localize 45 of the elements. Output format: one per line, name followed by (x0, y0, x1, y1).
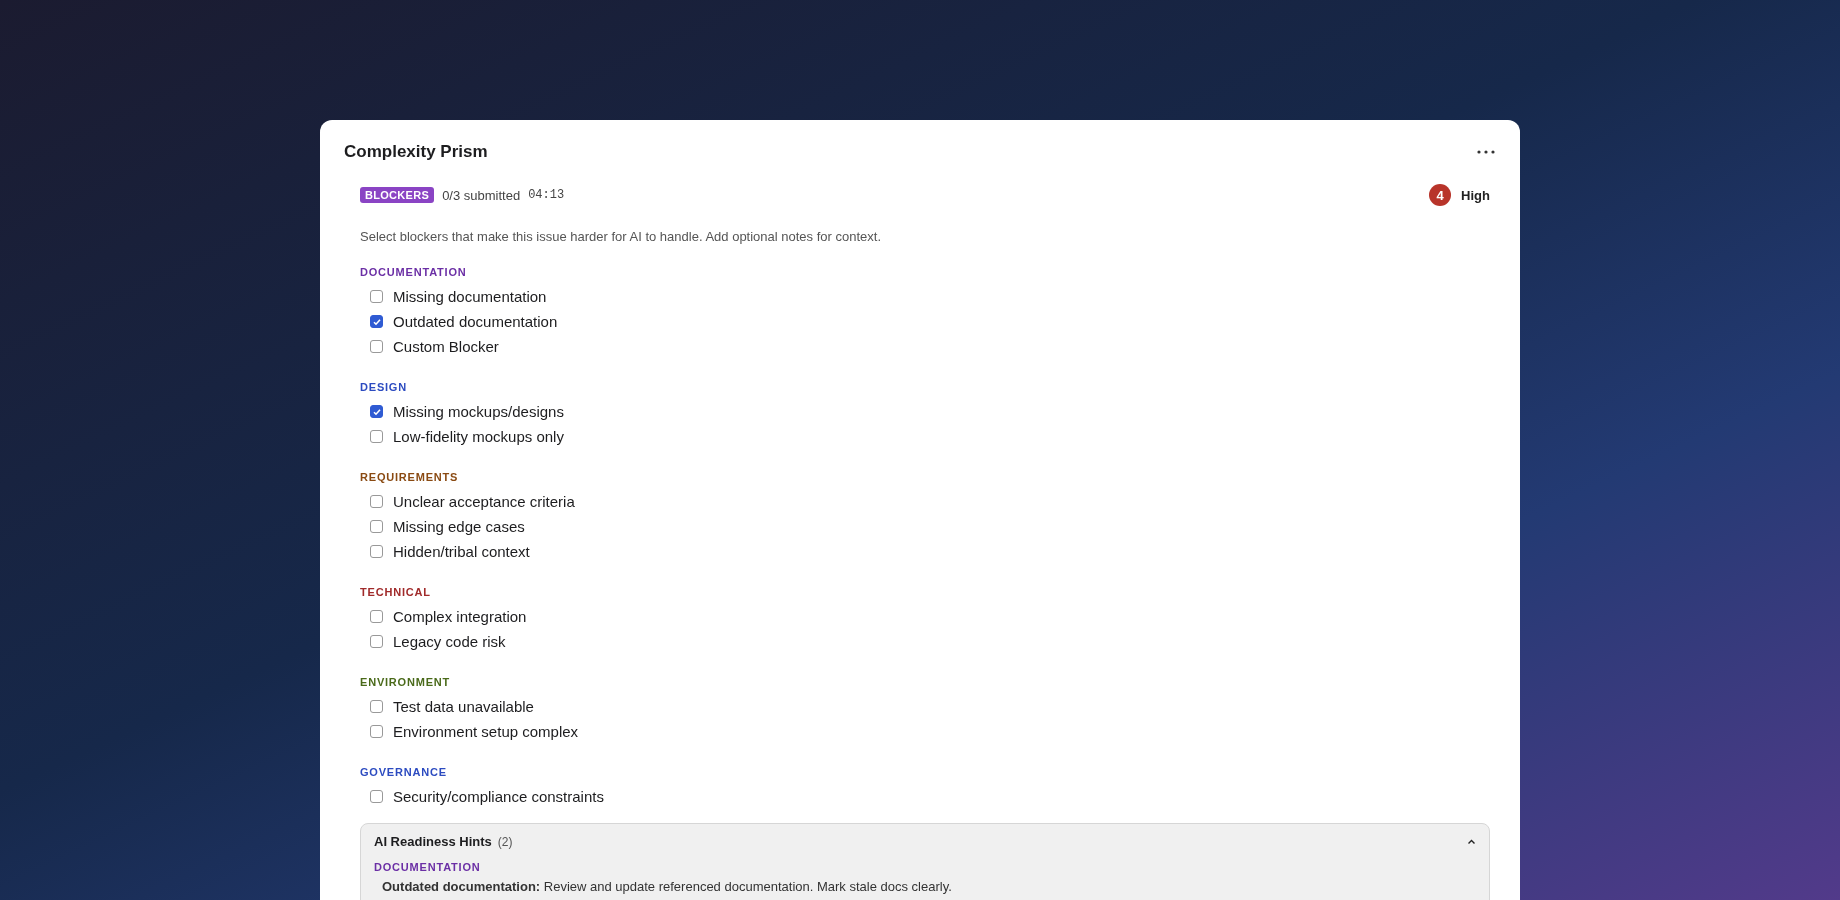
checkbox[interactable] (370, 520, 383, 533)
checkbox-label[interactable]: Low-fidelity mockups only (393, 428, 564, 445)
checkbox-label[interactable]: Legacy code risk (393, 633, 506, 650)
checkbox[interactable] (370, 315, 383, 328)
checkbox[interactable] (370, 700, 383, 713)
caret-icon[interactable] (1467, 838, 1476, 845)
checkbox-label[interactable]: Environment setup complex (393, 723, 579, 740)
hints-count: (2) (497, 834, 513, 849)
checkbox-label[interactable]: Outdated documentation (393, 313, 558, 330)
checkbox[interactable] (370, 545, 383, 558)
description: Select blockers that make this issue harder for AI to handle. Add optional notes for context. (360, 229, 883, 244)
checkbox[interactable] (370, 635, 383, 648)
checkbox-label[interactable]: Security/compliance constraints (393, 788, 604, 805)
checkbox-label[interactable]: Complex integration (393, 608, 527, 625)
section-title: TECHNICAL (360, 586, 432, 598)
hints-title[interactable]: AI Readiness Hints (374, 834, 492, 849)
checkbox[interactable] (370, 725, 383, 738)
hint-section-title: DOCUMENTATION (374, 861, 482, 873)
checkbox[interactable] (370, 290, 383, 303)
checkbox[interactable] (370, 610, 383, 623)
checkbox-label[interactable]: Missing documentation (393, 288, 547, 305)
checkbox[interactable] (370, 790, 383, 803)
checkbox-label[interactable]: Unclear acceptance criteria (393, 493, 575, 510)
section-title: REQUIREMENTS (360, 471, 460, 483)
section-title: ENVIRONMENT (360, 676, 452, 688)
checkbox-label[interactable]: Custom Blocker (393, 338, 499, 355)
card-title: Complexity Prism (344, 142, 488, 162)
checkbox[interactable] (370, 340, 383, 353)
checkbox-label[interactable]: Test data unavailable (393, 698, 534, 715)
timer: 04:13 (528, 188, 565, 202)
score-badge: 4 (1429, 184, 1452, 206)
hint-text: Outdated documentation: Review and update referenced documentation. Mark stale docs clearly. (382, 879, 953, 894)
blockers-tag: BLOCKERS (360, 187, 435, 203)
section-title: GOVERNANCE (360, 766, 448, 778)
checkbox[interactable] (370, 495, 383, 508)
section-title: DOCUMENTATION (360, 266, 468, 278)
score-label: High (1461, 187, 1490, 203)
checkbox-label[interactable]: Hidden/tribal context (393, 543, 530, 560)
more-icon[interactable] (1476, 149, 1496, 155)
checkbox-label[interactable]: Missing mockups/designs (393, 403, 564, 420)
checkbox[interactable] (370, 430, 383, 443)
section-title: DESIGN (360, 381, 408, 393)
checkbox[interactable] (370, 405, 383, 418)
checkbox-label[interactable]: Missing edge cases (393, 518, 525, 535)
submitted-count: 0/3 submitted (442, 187, 521, 203)
